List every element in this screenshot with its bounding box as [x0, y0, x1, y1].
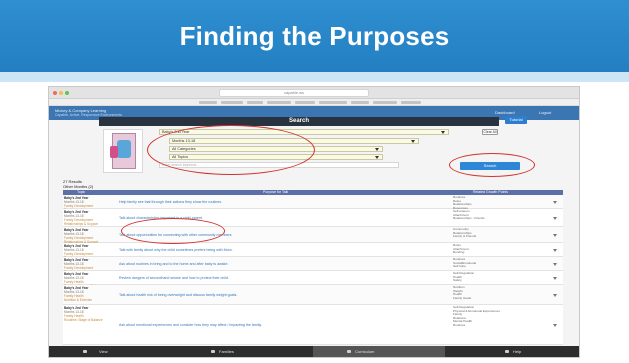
browser-toolbar: capable.ws	[49, 87, 579, 99]
expand-chevron-icon[interactable]	[553, 201, 557, 204]
growth-point: Family & Friends	[453, 234, 477, 239]
row-growth-points: Community Relationships Family & Friends	[453, 227, 533, 239]
expand-chevron-icon[interactable]	[553, 263, 557, 266]
bookmark-item[interactable]	[373, 101, 397, 104]
bookmark-item[interactable]	[351, 101, 369, 104]
chevron-down-icon	[411, 140, 415, 143]
growth-point: Bonding	[453, 250, 465, 255]
table-row[interactable]: Baby's 2nd Year Months 13-18 Family Develo…	[63, 257, 563, 274]
row-purpose-link[interactable]: Talk about characteristics important in …	[119, 216, 203, 220]
address-bar[interactable]: capable.ws	[219, 89, 369, 97]
expand-chevron-icon[interactable]	[553, 294, 557, 297]
help-icon	[505, 350, 509, 353]
slide-title: Finding the Purposes	[179, 20, 450, 51]
expand-chevron-icon[interactable]	[553, 277, 557, 280]
bookmark-item[interactable]	[295, 101, 315, 104]
growth-point: Routines	[453, 322, 466, 327]
growth-point: Family Goals	[453, 295, 472, 300]
screenshot: capable.ws Mickey & Company Learning Cap…	[48, 86, 580, 358]
nav-view[interactable]: View	[49, 346, 181, 357]
expand-chevron-icon[interactable]	[553, 324, 557, 327]
bookmark-item[interactable]	[401, 101, 421, 104]
growth-point: Safety	[453, 278, 462, 283]
minimize-window-icon[interactable]	[59, 91, 63, 95]
table-row[interactable]: Baby's 2nd Year Months 13-18 Family Develo…	[63, 209, 563, 227]
maximize-window-icon[interactable]	[65, 91, 69, 95]
book-icon	[347, 350, 351, 353]
tutorial-button[interactable]: Tutorial	[505, 116, 527, 124]
bookmark-item[interactable]	[247, 101, 263, 104]
chevron-down-icon	[441, 131, 445, 134]
dashboard-link[interactable]: Dashboard	[495, 110, 515, 115]
close-window-icon[interactable]	[53, 91, 57, 95]
logout-link[interactable]: Logout	[539, 110, 551, 115]
row-purpose-link[interactable]: Review dangers of secondhand smoke and h…	[119, 276, 229, 280]
nav-families[interactable]: Families	[181, 346, 313, 357]
book-figure	[110, 146, 118, 158]
row-growth-points: Roles Attachment Bonding	[453, 243, 533, 255]
expand-chevron-icon[interactable]	[553, 249, 557, 252]
table-row[interactable]: Baby's 2nd Year Months 13-18 Family Health…	[63, 271, 563, 288]
slide-band	[0, 72, 629, 82]
chevron-down-icon	[375, 156, 379, 159]
keyword-input[interactable]: Enter search keyword...	[159, 162, 399, 168]
year-select[interactable]: Baby's 2nd Year	[159, 129, 449, 135]
bookmark-item[interactable]	[199, 101, 217, 104]
row-purpose-link[interactable]: Talk with family about why the child som…	[119, 248, 233, 252]
families-icon	[211, 350, 215, 353]
row-purpose-link[interactable]: Ask about routines in bring and to the h…	[119, 262, 228, 266]
bookmark-item[interactable]	[267, 101, 291, 104]
bookmark-item[interactable]	[221, 101, 243, 104]
row-growth-points: Self-Regulation Physical & Emotional Expe…	[453, 305, 533, 328]
nav-help[interactable]: Help	[445, 346, 579, 357]
bookmarks-bar	[49, 99, 579, 106]
results-filter[interactable]: Other Months (2)	[63, 184, 93, 189]
row-topic-line: Nutrition & Exercise	[64, 298, 92, 302]
expand-chevron-icon[interactable]	[553, 217, 557, 220]
row-purpose-link[interactable]: Talk about health risk of being overweig…	[119, 293, 237, 297]
months-select[interactable]: Months 13-18	[169, 138, 419, 144]
home-icon	[83, 350, 87, 353]
row-topic: Baby's 2nd Year Months 13-18 Family Health…	[64, 286, 107, 302]
curriculum-book-image	[103, 129, 143, 173]
row-growth-points: Routines Social/Emotional Self Care	[453, 257, 533, 269]
table-row[interactable]: Baby's 2nd Year Months 13-18 Family Develo…	[63, 195, 563, 212]
expand-chevron-icon[interactable]	[553, 234, 557, 237]
growth-point: Relationships - Friends	[453, 216, 485, 221]
row-topic-line: Routines: Stage of Balance	[64, 318, 103, 322]
bookmark-item[interactable]	[319, 101, 347, 104]
row-topic: Baby's 2nd Year Months 13-18 Family Develo…	[64, 210, 107, 226]
slide-header: Finding the Purposes	[0, 0, 629, 72]
table-row[interactable]: Baby's 2nd Year Months 13-18 Family Health…	[63, 305, 563, 345]
book-figure	[117, 140, 131, 158]
row-purpose-link[interactable]: Ask about emotional experiences and cons…	[119, 323, 262, 327]
table-row[interactable]: Baby's 2nd Year Months 13-18 Family Health…	[63, 285, 563, 305]
table-row[interactable]: Baby's 2nd Year Months 13-18 Family Develo…	[63, 243, 563, 260]
bottom-nav: View Families Curriculum Help	[49, 346, 579, 357]
nav-curriculum[interactable]: Curriculum	[313, 346, 445, 357]
row-topic-line: Relationships & Support	[64, 222, 99, 226]
row-topic: Baby's 2nd Year Months 13-18 Family Health…	[64, 306, 107, 322]
row-growth-points: Nutrition Weight Health Family Goals	[453, 285, 533, 300]
clear-all-button[interactable]: Clear All	[482, 129, 498, 135]
table-row[interactable]: Baby's 2nd Year Months 13-18 Family Develo…	[63, 227, 563, 244]
category-select[interactable]: All Categories	[169, 146, 383, 152]
growth-point: Self Care	[453, 264, 466, 269]
search-heading: Search	[99, 117, 499, 126]
row-purpose-link[interactable]: Talk about opportunities for connecting …	[119, 233, 232, 237]
row-growth-points: Self-Regulation Health Safety	[453, 271, 533, 283]
row-growth-points: Self-esteem Attachment Relationships - Fri…	[453, 209, 533, 221]
topic-select[interactable]: All Topics	[169, 154, 383, 160]
chevron-down-icon	[375, 148, 379, 151]
row-topic: Baby's 2nd Year Months 13-18 Family Develo…	[64, 228, 107, 244]
search-button[interactable]: Search	[460, 162, 520, 170]
row-purpose-link[interactable]: Help family see that through their actio…	[119, 200, 222, 204]
slide: Finding the Purposes capable.ws Mickey &…	[0, 0, 629, 363]
